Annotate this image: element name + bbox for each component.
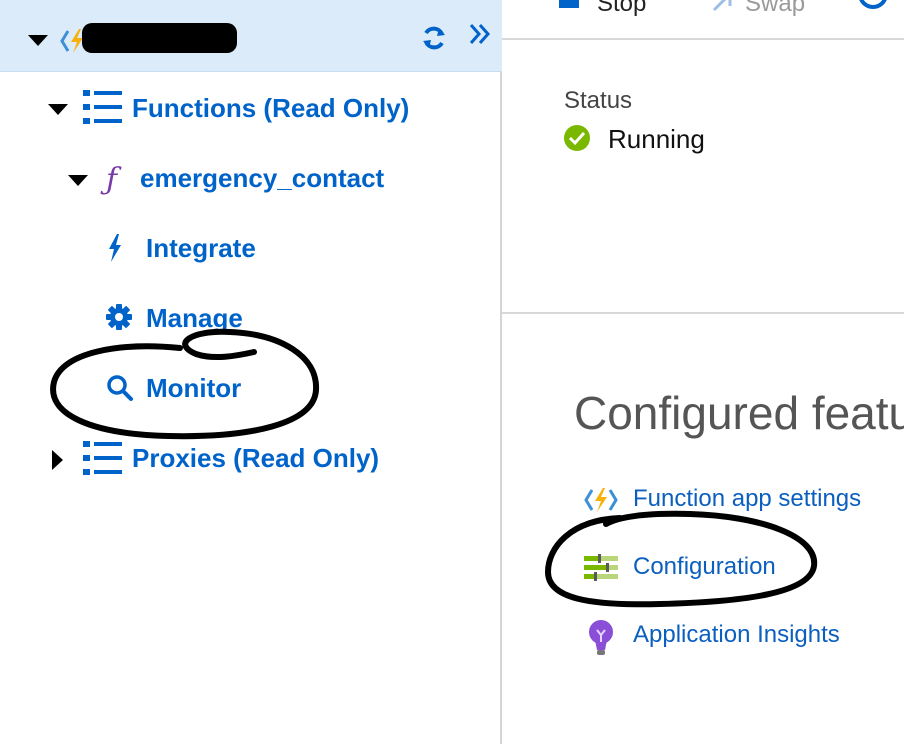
tree-item-proxies-label[interactable]: Proxies (Read Only) xyxy=(132,443,379,473)
resource-tree-panel: Functions (Read Only) ƒ emergency_contac… xyxy=(0,0,502,744)
function-app-header[interactable] xyxy=(0,0,502,72)
status-section: Status Running xyxy=(502,40,904,314)
search-icon xyxy=(107,375,133,401)
application-insights-label[interactable]: Application Insights xyxy=(633,621,840,649)
stop-button-label[interactable]: Stop xyxy=(597,0,646,18)
overview-panel: Stop Swap Status Running Configured feat… xyxy=(502,0,904,744)
sliders-icon xyxy=(584,554,618,581)
lightning-icon xyxy=(109,234,121,262)
function-app-settings-label[interactable]: Function app settings xyxy=(633,485,861,513)
collapsed-caret-icon[interactable] xyxy=(52,450,63,470)
restart-icon[interactable] xyxy=(856,0,890,14)
double-chevron-right-icon[interactable] xyxy=(468,22,492,46)
list-icon xyxy=(83,441,122,475)
command-toolbar: Stop Swap xyxy=(502,0,904,40)
tree-item-functions-label[interactable]: Functions (Read Only) xyxy=(132,93,409,123)
refresh-icon[interactable] xyxy=(421,25,447,51)
tree-item-monitor-label[interactable]: Monitor xyxy=(146,373,241,403)
swap-arrow-icon xyxy=(712,0,732,12)
gear-icon xyxy=(106,304,132,330)
lightbulb-icon xyxy=(589,620,613,655)
list-icon xyxy=(83,90,122,124)
status-value: Running xyxy=(608,124,705,154)
tree-item-integrate-label[interactable]: Integrate xyxy=(146,233,256,263)
expand-caret-icon[interactable] xyxy=(68,175,88,186)
tree-item-manage-label[interactable]: Manage xyxy=(146,303,243,333)
expand-caret-icon[interactable] xyxy=(48,104,68,115)
stop-square-icon xyxy=(559,0,579,8)
tree-item-function-label[interactable]: emergency_contact xyxy=(140,163,384,193)
expand-caret-icon[interactable] xyxy=(28,35,48,46)
swap-button-label[interactable]: Swap xyxy=(745,0,805,18)
status-heading: Status xyxy=(564,87,633,114)
function-f-icon: ƒ xyxy=(106,162,118,197)
configuration-label[interactable]: Configuration xyxy=(633,553,776,581)
redacted-app-name xyxy=(82,23,237,53)
function-app-icon xyxy=(584,488,618,512)
configured-features-heading: Configured featu xyxy=(574,387,904,439)
check-circle-icon xyxy=(564,125,590,151)
